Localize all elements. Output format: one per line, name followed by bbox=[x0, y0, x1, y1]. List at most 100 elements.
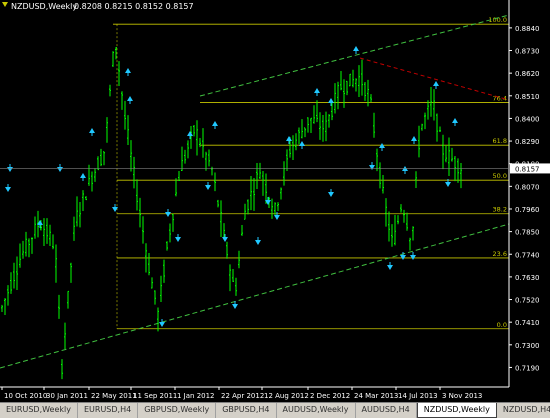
channel-lower-line[interactable] bbox=[0, 223, 510, 369]
candle bbox=[94, 168, 96, 182]
candle bbox=[19, 243, 21, 268]
candle bbox=[391, 224, 393, 247]
candle bbox=[22, 240, 24, 259]
candle bbox=[4, 298, 6, 315]
candle bbox=[295, 133, 297, 151]
candle bbox=[184, 149, 186, 164]
fractal-down-icon bbox=[5, 187, 11, 192]
candle bbox=[226, 241, 228, 259]
window-menu-icon[interactable] bbox=[2, 2, 8, 7]
chart-tab[interactable]: EURUSD,Weekly bbox=[0, 403, 78, 418]
fractal-down-icon bbox=[328, 192, 334, 197]
candle bbox=[313, 105, 315, 124]
candle bbox=[127, 115, 129, 145]
chart-window[interactable]: 100.0 76.4 61.8 50.0 38.2 23.6 0.0 0.8840 0.873… bbox=[0, 0, 550, 402]
candle bbox=[211, 166, 213, 176]
candle bbox=[409, 237, 411, 251]
ohlc-readout: 0.8208 0.8215 0.8152 0.8157 bbox=[74, 2, 194, 11]
candle bbox=[214, 172, 216, 192]
candle bbox=[421, 123, 423, 131]
price-tick-label: 0.7300 bbox=[515, 342, 540, 350]
fractal-up-icon bbox=[314, 88, 320, 93]
candle bbox=[217, 199, 219, 208]
candle bbox=[49, 224, 51, 247]
price-tick-label: 0.7740 bbox=[515, 251, 540, 259]
candle bbox=[445, 144, 447, 163]
candle bbox=[79, 202, 81, 228]
fractal-up-icon bbox=[127, 96, 133, 101]
fractal-up-icon bbox=[328, 98, 334, 103]
candle bbox=[1, 304, 3, 312]
fractal-down-icon bbox=[159, 322, 165, 327]
candle bbox=[112, 51, 114, 67]
fractal-up-icon bbox=[80, 173, 86, 178]
price-tick-label: 0.8620 bbox=[515, 70, 540, 78]
fractal-down-icon bbox=[205, 185, 211, 190]
candle bbox=[382, 175, 384, 194]
chart-tab[interactable]: AUDUSD,H4 bbox=[356, 403, 417, 418]
candle bbox=[301, 119, 303, 139]
candle bbox=[346, 80, 348, 96]
fractal-up-icon bbox=[212, 121, 218, 126]
time-tick-label: 14 Jul 2013 bbox=[398, 392, 438, 400]
candle bbox=[322, 114, 324, 142]
candle bbox=[52, 234, 54, 250]
chart-tab[interactable]: NZDUSD,Weekly bbox=[416, 403, 497, 418]
candle bbox=[196, 120, 198, 156]
candle bbox=[139, 197, 141, 228]
chart-tab[interactable]: GBPUSD,Weekly bbox=[138, 403, 217, 418]
price-tick-label: 0.7960 bbox=[515, 206, 540, 214]
candle bbox=[151, 277, 153, 289]
candle bbox=[406, 212, 408, 231]
candle bbox=[193, 125, 195, 137]
candle bbox=[250, 175, 252, 211]
candle bbox=[16, 256, 18, 290]
fractal-up-icon bbox=[299, 141, 305, 146]
candle bbox=[361, 59, 363, 96]
candle bbox=[91, 171, 93, 192]
fractal-down-icon bbox=[400, 255, 406, 260]
candle bbox=[13, 262, 15, 289]
candle bbox=[385, 198, 387, 227]
price-tick-label: 0.7190 bbox=[515, 364, 540, 372]
candle bbox=[430, 87, 432, 117]
candle bbox=[43, 218, 45, 247]
candle bbox=[283, 161, 285, 186]
candle bbox=[424, 112, 426, 130]
candle bbox=[247, 199, 249, 215]
chart-tab[interactable]: AUDUSD,Weekly bbox=[277, 403, 356, 418]
candle bbox=[238, 250, 240, 269]
candle bbox=[397, 215, 399, 225]
time-tick-label: 24 Mar 2013 bbox=[354, 392, 398, 400]
candle bbox=[172, 213, 174, 232]
candle bbox=[304, 127, 306, 138]
chart-tab[interactable]: GBPUSD,H4 bbox=[216, 403, 277, 418]
candle bbox=[262, 171, 264, 196]
channel-upper-line[interactable] bbox=[199, 14, 510, 97]
price-chart[interactable]: 100.076.461.850.038.223.60.0 0.88400.873… bbox=[0, 0, 550, 402]
candle bbox=[433, 89, 435, 121]
candle bbox=[181, 146, 183, 172]
candle bbox=[121, 91, 123, 110]
candle bbox=[232, 268, 234, 283]
candle bbox=[160, 275, 162, 303]
candle bbox=[61, 359, 63, 380]
candle bbox=[175, 178, 177, 197]
time-tick-label: 22 May 2011 bbox=[91, 392, 137, 400]
candle bbox=[364, 82, 366, 101]
time-tick-label: 2 Dec 2012 bbox=[310, 392, 350, 400]
candle bbox=[70, 262, 72, 283]
time-tick-label: 11 Sep 2011 bbox=[133, 392, 177, 400]
candle bbox=[298, 127, 300, 145]
time-tick-label: 1 Jan 2012 bbox=[177, 392, 215, 400]
candle bbox=[370, 94, 372, 102]
chart-tab[interactable]: EURUSD,H4 bbox=[78, 403, 139, 418]
price-tick-label: 0.7410 bbox=[515, 319, 540, 327]
chart-tab[interactable]: NZDUSD,H4 bbox=[497, 403, 550, 418]
candle bbox=[286, 149, 288, 171]
fractal-up-icon bbox=[433, 81, 439, 86]
candle bbox=[388, 211, 390, 242]
candle bbox=[457, 158, 459, 183]
candle bbox=[88, 164, 90, 186]
candle bbox=[148, 253, 150, 276]
